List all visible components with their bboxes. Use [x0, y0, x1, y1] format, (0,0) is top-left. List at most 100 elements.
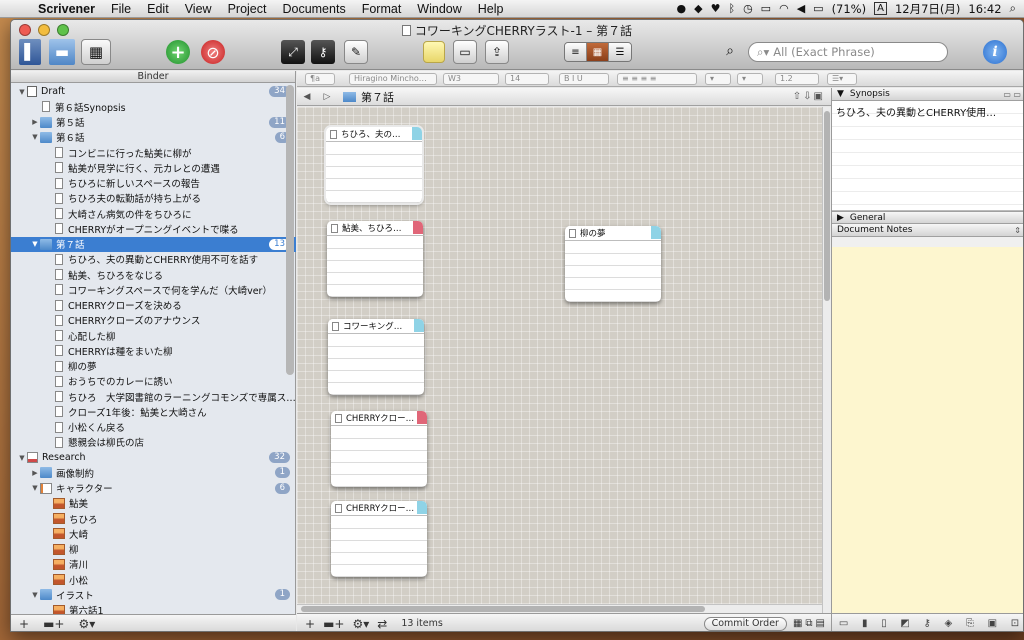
corkboard-hscroll[interactable]	[297, 604, 822, 613]
split-button[interactable]: ▭	[453, 40, 477, 64]
references-tab-icon[interactable]: ▮	[862, 618, 868, 629]
outliner-mode-button[interactable]: ☰	[609, 43, 631, 61]
spotlight-icon[interactable]: ⌕	[1010, 1, 1016, 16]
index-card[interactable]: ちひろ、夫の…	[324, 125, 424, 205]
disclosure-open-icon[interactable]: ▼	[30, 240, 40, 248]
tag-icon[interactable]: ◈	[945, 618, 953, 629]
binder-row[interactable]: 鮎美、ちひろをなじる	[11, 267, 296, 282]
binder-row[interactable]: おうちでのカレーに誘い	[11, 374, 296, 389]
binder-row[interactable]: ▶ 画像制約 1	[11, 465, 296, 480]
binder-row[interactable]: クローズ1年後：鮎美と大崎さん	[11, 404, 296, 419]
binder-row[interactable]: 小松	[11, 572, 296, 587]
font-size-select[interactable]: 14	[505, 73, 549, 85]
index-card[interactable]: CHERRYクロー…	[331, 501, 427, 577]
corkboard[interactable]: ちひろ、夫の… 鮎美、ちひろ… コワーキング… CHERRYクロー… CHERRYクロー…	[297, 107, 831, 613]
binder-row[interactable]: CHERRYがオープニングイベントで喋る	[11, 221, 296, 236]
add-document-button[interactable]: +	[166, 40, 190, 64]
binder-row[interactable]: ちひろに新しいスペースの報告	[11, 176, 296, 191]
text-color-select[interactable]: ▾	[705, 73, 731, 85]
notes-tab-icon[interactable]: ▭	[839, 618, 848, 629]
battery-percent[interactable]: (71%)	[832, 2, 867, 16]
add-item-button[interactable]: +	[19, 617, 29, 631]
display-icon[interactable]: ▭	[761, 2, 771, 15]
binder-row[interactable]: コワーキングスペースで何を学んだ（大崎ver）	[11, 282, 296, 297]
binder-gear-icon[interactable]: ⚙▾	[78, 617, 95, 631]
binder-scrollbar[interactable]	[286, 85, 294, 375]
key-icon[interactable]: ⚷	[924, 618, 931, 629]
binder-row[interactable]: 第六話1	[11, 603, 296, 614]
index-card[interactable]: CHERRYクロー…	[331, 411, 427, 487]
binder-row[interactable]: 大崎	[11, 526, 296, 541]
battery-icon[interactable]: ▭	[813, 2, 823, 15]
binder-row[interactable]: CHERRYは種をまいた柳	[11, 343, 296, 358]
synopsis-options-icon[interactable]: ▭ ▭	[1003, 90, 1023, 99]
input-source[interactable]: A	[874, 2, 887, 15]
time[interactable]: 16:42	[968, 2, 1001, 16]
synopsis-text[interactable]: ちひろ、夫の異動とCHERRY使用…	[832, 101, 1023, 211]
editor-nav-arrows[interactable]: ⇧⇩▣	[793, 91, 831, 102]
collections-button[interactable]: ▬	[49, 39, 75, 65]
edit-scrivenings-button[interactable]: ✎	[344, 40, 368, 64]
add-card-button[interactable]: +	[305, 617, 315, 631]
alignment-buttons[interactable]: ≡ ≡ ≡ ≡	[617, 73, 697, 85]
font-family-select[interactable]: Hiragino Mincho…	[349, 73, 437, 85]
comments-tab-icon[interactable]: ◩	[900, 618, 909, 629]
menu-format[interactable]: Format	[354, 2, 410, 16]
font-weight-select[interactable]: W3	[443, 73, 499, 85]
lock-icon[interactable]: ⊡	[1011, 618, 1019, 629]
binder-row[interactable]: ちひろ	[11, 511, 296, 526]
binder-row[interactable]: CHERRYクローズのアナウンス	[11, 313, 296, 328]
binder-row[interactable]: ▼ キャラクター 6	[11, 481, 296, 496]
binder-row[interactable]: ちひろ、夫の異動とCHERRY使用不可を話す	[11, 252, 296, 267]
date[interactable]: 12月7日(月)	[895, 1, 960, 17]
document-proxy-icon[interactable]	[401, 25, 411, 36]
disclosure-open-icon[interactable]: ▼	[30, 133, 40, 141]
dropbox-icon[interactable]: ◆	[694, 2, 702, 15]
disclosure-open-icon[interactable]: ▼	[17, 454, 27, 462]
binder-row[interactable]: 鮎美	[11, 496, 296, 511]
commit-order-button[interactable]: Commit Order	[703, 616, 787, 631]
menu-help[interactable]: Help	[470, 2, 512, 16]
labels-view-icon[interactable]: ▤	[816, 618, 825, 629]
wifi-icon[interactable]: ◠	[779, 2, 789, 15]
binder-row[interactable]: 第６話Synopsis	[11, 99, 296, 114]
binder-row[interactable]: CHERRYクローズを決める	[11, 298, 296, 313]
binder-row[interactable]: 柳	[11, 542, 296, 557]
binder-row[interactable]: 心配した柳	[11, 328, 296, 343]
disclosure-closed-icon[interactable]: ▶	[30, 118, 40, 126]
history-forward-icon[interactable]: ▷	[317, 92, 337, 102]
menu-app-name[interactable]: Scrivener	[30, 2, 103, 16]
bluetooth-icon[interactable]: ᛒ	[728, 2, 735, 15]
style-select[interactable]: ¶a	[305, 73, 335, 85]
menu-file[interactable]: File	[103, 2, 139, 16]
binder-row[interactable]: 鮎美が見学に行く、元カレとの遭遇	[11, 160, 296, 175]
snapshot-tab-icon[interactable]: ⎘	[966, 618, 974, 629]
binder-row[interactable]: 小松くん戻る	[11, 420, 296, 435]
compile-button[interactable]: ⇪	[485, 40, 509, 64]
freeform-toggle-icon[interactable]: ⇄	[377, 617, 387, 631]
binder-row[interactable]: ▼ 第７話 13	[11, 236, 296, 252]
menu-documents[interactable]: Documents	[274, 2, 353, 16]
inspector-button[interactable]: i	[983, 40, 1007, 64]
corkboard-mode-button[interactable]: ▦	[587, 43, 609, 61]
binder-row[interactable]: ちひろ 大学図書館のラーニングコモンズで専属ス…	[11, 389, 296, 404]
disclosure-open-icon[interactable]: ▼	[17, 88, 27, 96]
history-back-icon[interactable]: ◀	[297, 92, 317, 102]
line-spacing-select[interactable]: 1.2	[775, 73, 819, 85]
time-machine-icon[interactable]: ◷	[743, 2, 753, 15]
notes-label[interactable]: Document Notes	[837, 225, 912, 235]
disclosure-closed-icon[interactable]: ▶	[30, 469, 40, 477]
search-options-icon[interactable]: ⌕	[718, 40, 742, 62]
volume-icon[interactable]: ◀	[797, 2, 805, 15]
menu-view[interactable]: View	[177, 2, 220, 16]
menu-edit[interactable]: Edit	[139, 2, 177, 16]
binder-toggle-button[interactable]: ▌	[19, 39, 41, 65]
binder-row[interactable]: 清川	[11, 557, 296, 572]
corkboard-gear-icon[interactable]: ⚙▾	[352, 617, 369, 631]
binder-row[interactable]: ▼ Draft 34	[11, 84, 296, 99]
list-style-select[interactable]: ☰▾	[827, 73, 857, 85]
index-card[interactable]: コワーキング…	[328, 319, 424, 395]
notes-select-icon[interactable]: ⇕	[1014, 226, 1023, 235]
binder-row[interactable]: ▼ 第６話 6	[11, 130, 296, 145]
search-field[interactable]: ⌕▾ All (Exact Phrase)	[748, 42, 948, 62]
